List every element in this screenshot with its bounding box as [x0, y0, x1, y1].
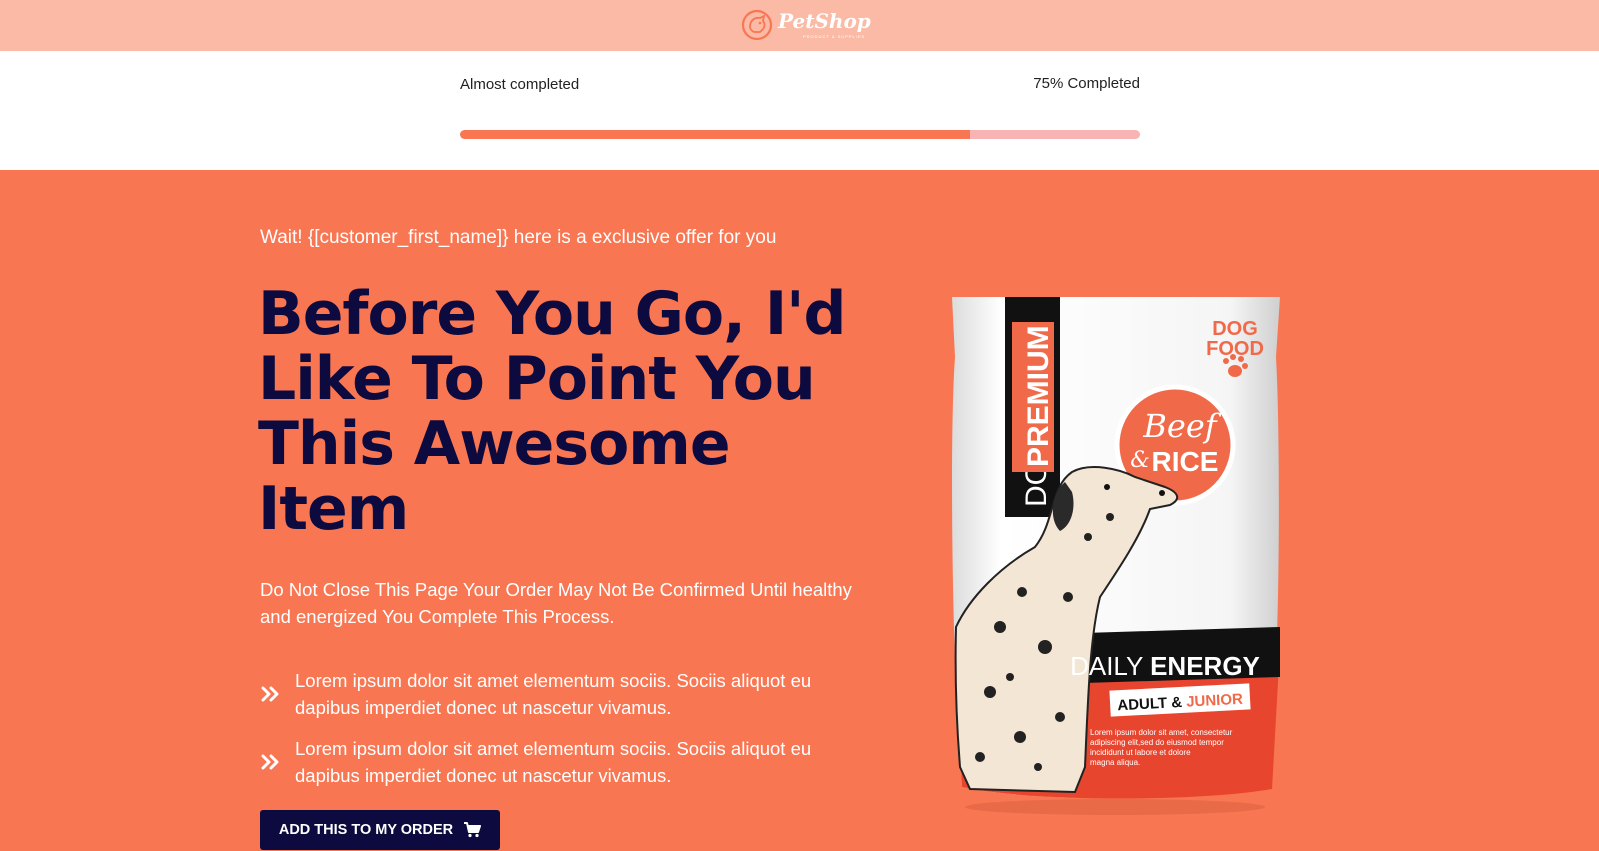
- petshop-logo[interactable]: PetShop PRODUCT & SUPPLIES: [741, 8, 871, 42]
- cart-icon: [464, 822, 482, 838]
- pouch-sub-junior: JUNIOR: [1186, 691, 1244, 711]
- header-bar: PetShop PRODUCT & SUPPLIES: [0, 0, 1599, 51]
- pouch-fine-print-2: adipiscing elit,sed do eiusmod tempor: [1090, 738, 1224, 747]
- pouch-sub-adult: ADULT &: [1117, 694, 1183, 714]
- pouch-fine-print-3: incididunt ut labore et dolore: [1090, 748, 1191, 757]
- dog-food-pouch-image: DOG PREMIUM DOG FOOD Beef & RICE DAILY E…: [952, 297, 1280, 815]
- progress-section: Almost completed 75% Completed: [0, 51, 1599, 170]
- add-to-order-button[interactable]: ADD THIS TO MY ORDER: [260, 810, 500, 850]
- offer-subtext: Do Not Close This Page Your Order May No…: [260, 579, 852, 627]
- logo-wordmark: PetShop: [778, 9, 871, 33]
- pouch-side-text-premium: PREMIUM: [1022, 325, 1055, 467]
- progress-percent: 75% Completed: [1033, 75, 1140, 92]
- benefit-list: Lorem ipsum dolor sit amet elementum soc…: [260, 667, 860, 803]
- pouch-band-text: DAILY ENERGY: [1070, 651, 1260, 681]
- pouch-corner-dog: DOG: [1212, 318, 1258, 340]
- progress-bar: [460, 130, 1140, 139]
- double-chevron-right-icon: [261, 754, 279, 770]
- pouch-band-energy: ENERGY: [1150, 651, 1260, 681]
- offer-eyebrow: Wait! {[customer_first_name]} here is a …: [260, 227, 777, 248]
- double-chevron-right-icon: [261, 686, 279, 702]
- pouch-fine-print-1: Lorem ipsum dolor sit amet, consectetur: [1090, 728, 1233, 737]
- progress-label: Almost completed: [460, 76, 580, 93]
- list-item-text: Lorem ipsum dolor sit amet elementum soc…: [295, 738, 812, 786]
- logo-tagline: PRODUCT & SUPPLIES: [803, 34, 866, 39]
- offer-headline: Before You Go, I'd Like To Point You Thi…: [258, 279, 846, 544]
- add-to-order-label: ADD THIS TO MY ORDER: [278, 822, 454, 838]
- pouch-band-daily: DAILY: [1070, 651, 1143, 681]
- badge-beef: Beef: [1142, 407, 1221, 445]
- dog-logo-icon: [741, 9, 773, 41]
- list-item: Lorem ipsum dolor sit amet elementum soc…: [260, 735, 860, 789]
- badge-and: &: [1130, 448, 1150, 473]
- badge-rice: RICE: [1152, 446, 1219, 477]
- pouch-fine-print-4: magna aliqua.: [1090, 758, 1140, 767]
- list-item-text: Lorem ipsum dolor sit amet elementum soc…: [295, 670, 812, 718]
- progress-bar-fill: [460, 130, 970, 139]
- list-item: Lorem ipsum dolor sit amet elementum soc…: [260, 667, 860, 721]
